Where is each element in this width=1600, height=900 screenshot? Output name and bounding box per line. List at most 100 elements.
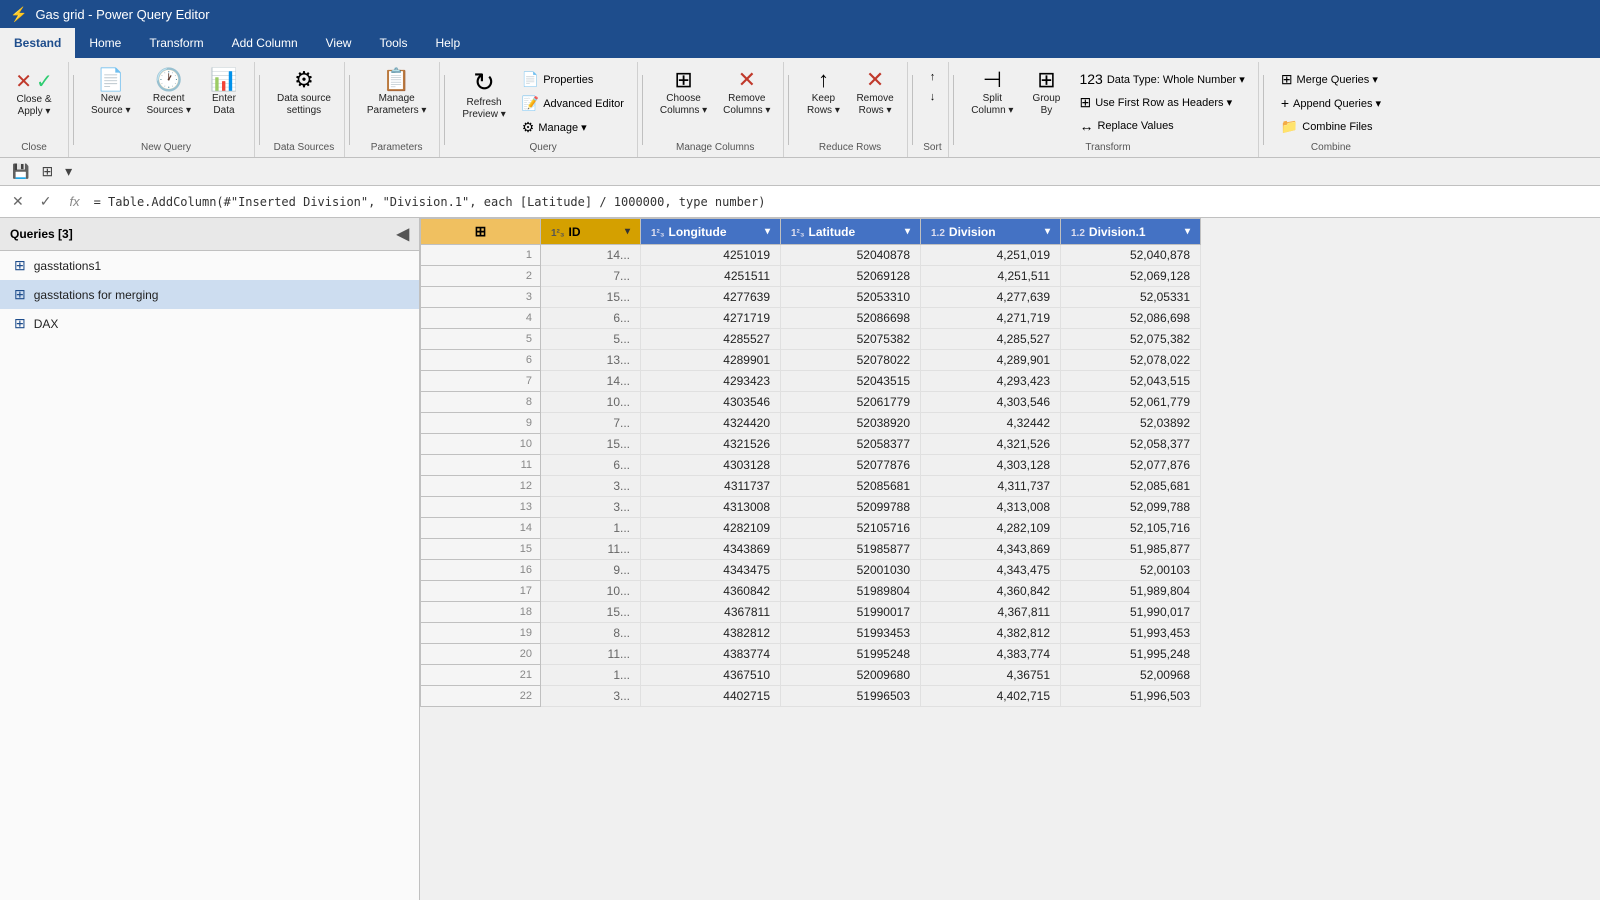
grid-view-button[interactable]: ⊞ bbox=[37, 161, 57, 182]
sort-asc-button[interactable]: ↑ bbox=[923, 68, 943, 86]
table-menu-icon[interactable]: ⊞ bbox=[475, 223, 487, 239]
merge-queries-button[interactable]: ⊞ Merge Queries ▾ bbox=[1274, 68, 1388, 91]
cell-division1: 52,086,698 bbox=[1061, 308, 1201, 329]
menu-tools[interactable]: Tools bbox=[365, 28, 421, 58]
save-button[interactable]: 💾 bbox=[8, 161, 33, 182]
data-source-settings-button[interactable]: ⚙ Data sourcesettings bbox=[270, 64, 338, 122]
cell-division: 4,343,869 bbox=[921, 539, 1061, 560]
cell-latitude: 51993453 bbox=[781, 623, 921, 644]
dropdown-arrow[interactable]: ▾ bbox=[61, 161, 76, 182]
replace-values-button[interactable]: ↔ Replace Values bbox=[1072, 115, 1251, 137]
cell-division1: 52,078,022 bbox=[1061, 350, 1201, 371]
cell-division1: 51,990,017 bbox=[1061, 602, 1201, 623]
col-header-latitude[interactable]: 1²₃Latitude ▾ bbox=[781, 219, 921, 245]
cell-division1: 52,00968 bbox=[1061, 665, 1201, 686]
cell-id: 11... bbox=[541, 644, 641, 665]
col-header-longitude[interactable]: 1²₃Longitude ▾ bbox=[641, 219, 781, 245]
cell-latitude: 52043515 bbox=[781, 371, 921, 392]
cell-longitude: 4271719 bbox=[641, 308, 781, 329]
latitude-col-dropdown[interactable]: ▾ bbox=[905, 226, 910, 237]
query-item-gasstations-for-merging[interactable]: ⊞ gasstations for merging bbox=[0, 280, 419, 309]
recent-sources-button[interactable]: 🕐 RecentSources ▾ bbox=[139, 64, 197, 122]
query-label-3: DAX bbox=[34, 317, 59, 331]
cell-latitude: 52086698 bbox=[781, 308, 921, 329]
append-queries-button[interactable]: + Append Queries ▾ bbox=[1274, 92, 1388, 114]
row-num-cell: 6 bbox=[421, 350, 541, 371]
col-header-division[interactable]: 1.2Division ▾ bbox=[921, 219, 1061, 245]
row-num-cell: 16 bbox=[421, 560, 541, 581]
manage-button[interactable]: ⚙ Manage ▾ bbox=[515, 116, 631, 139]
remove-rows-button[interactable]: ✕ RemoveRows ▾ bbox=[849, 64, 900, 122]
cell-latitude: 51990017 bbox=[781, 602, 921, 623]
cell-division1: 52,03892 bbox=[1061, 413, 1201, 434]
row-num-cell: 12 bbox=[421, 476, 541, 497]
table-row: 8 10... 4303546 52061779 4,303,546 52,06… bbox=[421, 392, 1201, 413]
table-row: 15 11... 4343869 51985877 4,343,869 51,9… bbox=[421, 539, 1201, 560]
cell-longitude: 4289901 bbox=[641, 350, 781, 371]
menu-transform[interactable]: Transform bbox=[135, 28, 217, 58]
query-label: Query bbox=[455, 141, 631, 157]
sidebar-collapse-button[interactable]: ◀ bbox=[397, 224, 409, 244]
cell-division1: 52,061,779 bbox=[1061, 392, 1201, 413]
enter-data-button[interactable]: 📊 EnterData bbox=[200, 64, 248, 122]
manage-parameters-button[interactable]: 📋 ManageParameters ▾ bbox=[360, 64, 433, 122]
sort-desc-button[interactable]: ↓ bbox=[923, 88, 943, 106]
new-source-button[interactable]: 📄 NewSource ▾ bbox=[84, 64, 137, 122]
cell-division1: 52,00103 bbox=[1061, 560, 1201, 581]
table-row: 22 3... 4402715 51996503 4,402,715 51,99… bbox=[421, 686, 1201, 707]
formula-cancel-button[interactable]: ✕ bbox=[8, 191, 28, 212]
col-header-id[interactable]: 1²₃ID ▾ bbox=[541, 219, 641, 245]
reduce-rows-label: Reduce Rows bbox=[799, 141, 900, 157]
formula-input[interactable] bbox=[94, 195, 1592, 209]
sort-content: ↑ ↓ bbox=[923, 66, 943, 141]
cell-division1: 52,069,128 bbox=[1061, 266, 1201, 287]
keep-rows-button[interactable]: ↑ KeepRows ▾ bbox=[799, 64, 847, 122]
reduce-rows-content: ↑ KeepRows ▾ ✕ RemoveRows ▾ bbox=[799, 62, 900, 141]
combine-files-button[interactable]: 📁 Combine Files bbox=[1274, 115, 1388, 138]
cell-latitude: 52040878 bbox=[781, 245, 921, 266]
longitude-col-dropdown[interactable]: ▾ bbox=[765, 226, 770, 237]
cell-id: 7... bbox=[541, 266, 641, 287]
ribbon-group-data-sources: ⚙ Data sourcesettings Data Sources bbox=[264, 62, 345, 157]
properties-button[interactable]: 📄 Properties bbox=[515, 68, 631, 91]
formula-confirm-button[interactable]: ✓ bbox=[36, 191, 56, 212]
cell-division: 4,402,715 bbox=[921, 686, 1061, 707]
data-table-wrapper[interactable]: ⊞ 1²₃ID ▾ 1²₃Longitude ▾ bbox=[420, 218, 1600, 900]
menu-bestand[interactable]: Bestand bbox=[0, 28, 75, 58]
cell-longitude: 4402715 bbox=[641, 686, 781, 707]
choose-columns-button[interactable]: ⊞ ChooseColumns ▾ bbox=[653, 64, 714, 122]
sidebar-title: Queries [3] bbox=[10, 227, 73, 241]
data-area: ⊞ 1²₃ID ▾ 1²₃Longitude ▾ bbox=[420, 218, 1600, 900]
first-row-headers-button[interactable]: ⊞ Use First Row as Headers ▾ bbox=[1072, 91, 1251, 114]
group-by-button[interactable]: ⊞ GroupBy bbox=[1022, 64, 1070, 122]
cell-id: 5... bbox=[541, 329, 641, 350]
refresh-preview-button[interactable]: ↻ RefreshPreview ▾ bbox=[455, 64, 512, 126]
cell-division1: 51,989,804 bbox=[1061, 581, 1201, 602]
menu-view[interactable]: View bbox=[312, 28, 366, 58]
query-item-gasstations1[interactable]: ⊞ gasstations1 bbox=[0, 251, 419, 280]
cell-division: 4,382,812 bbox=[921, 623, 1061, 644]
main-layout: Queries [3] ◀ ⊞ gasstations1 ⊞ gasstatio… bbox=[0, 218, 1600, 900]
group-by-icon: ⊞ bbox=[1037, 69, 1055, 91]
split-column-button[interactable]: ⊣ SplitColumn ▾ bbox=[964, 64, 1020, 122]
cell-latitude: 52053310 bbox=[781, 287, 921, 308]
data-type-button[interactable]: 123 Data Type: Whole Number ▾ bbox=[1072, 68, 1251, 90]
row-num-cell: 22 bbox=[421, 686, 541, 707]
menu-add-column[interactable]: Add Column bbox=[218, 28, 312, 58]
remove-columns-button[interactable]: ✕ RemoveColumns ▾ bbox=[716, 64, 777, 122]
advanced-editor-button[interactable]: 📝 Advanced Editor bbox=[515, 92, 631, 115]
row-num-cell: 13 bbox=[421, 497, 541, 518]
col-header-division1[interactable]: 1.2Division.1 ▾ bbox=[1061, 219, 1201, 245]
menu-help[interactable]: Help bbox=[421, 28, 474, 58]
table-row: 9 7... 4324420 52038920 4,32442 52,03892 bbox=[421, 413, 1201, 434]
division1-col-dropdown[interactable]: ▾ bbox=[1185, 226, 1190, 237]
data-sources-content: ⚙ Data sourcesettings bbox=[270, 62, 338, 141]
query-item-dax[interactable]: ⊞ DAX bbox=[0, 309, 419, 338]
fx-label: fx bbox=[63, 194, 85, 209]
close-apply-button[interactable]: ✕ ✓ Close &Apply ▾ bbox=[6, 64, 62, 123]
id-col-dropdown[interactable]: ▾ bbox=[625, 226, 630, 237]
division-col-dropdown[interactable]: ▾ bbox=[1045, 226, 1050, 237]
cell-longitude: 4343869 bbox=[641, 539, 781, 560]
cell-latitude: 51989804 bbox=[781, 581, 921, 602]
menu-home[interactable]: Home bbox=[75, 28, 135, 58]
